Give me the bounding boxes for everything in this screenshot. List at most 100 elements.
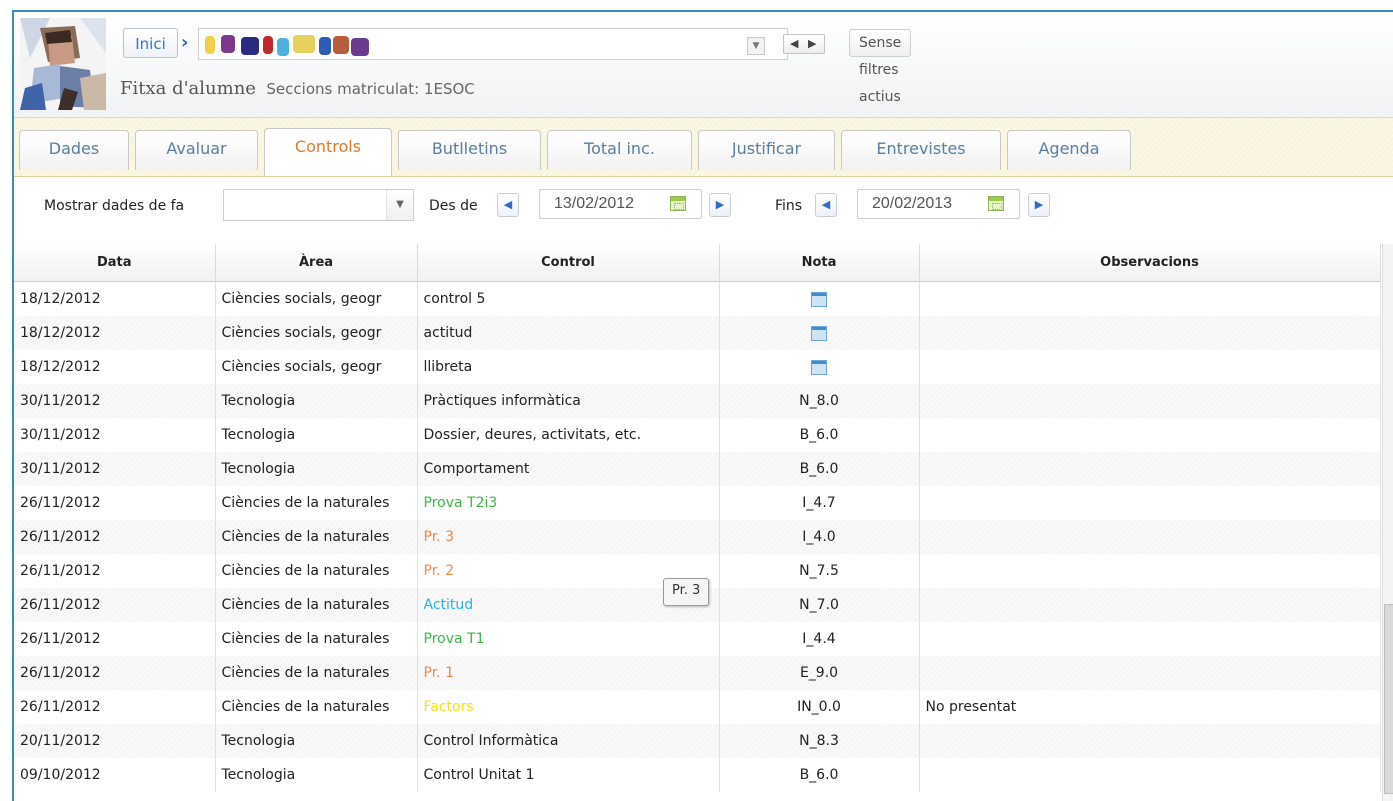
cell-date: 26/11/2012: [14, 656, 216, 690]
next-icon[interactable]: ▶: [808, 37, 816, 50]
table-row[interactable]: 26/11/2012 Ciències de la naturales Pr. 1 E…: [14, 656, 1381, 690]
grade-value: B_6.0: [799, 461, 839, 477]
cell-control: Dossier, deures, activitats, etc.: [417, 418, 720, 452]
cell-control: Prova T2i3: [417, 486, 720, 520]
cell-observacions: [919, 588, 1381, 622]
chevron-down-icon[interactable]: ▼: [747, 37, 765, 55]
cell-observacions: No presentat: [919, 690, 1381, 724]
cell-date: 18/12/2012: [14, 281, 216, 316]
cell-control: Control Informàtica: [417, 724, 720, 758]
cell-area: Ciències de la naturales: [215, 554, 418, 588]
show-data-select[interactable]: ▼: [223, 189, 414, 221]
table-row[interactable]: 30/11/2012 Tecnologia Pràctiques informàti…: [14, 384, 1381, 418]
calendar-icon[interactable]: [811, 325, 827, 341]
cell-nota: N_7.0: [719, 588, 920, 622]
table-row[interactable]: 18/12/2012 Ciències socials, geogr llibret…: [14, 350, 1381, 384]
cell-control: Pràctiques informàtica: [417, 384, 720, 418]
filter-bar: Mostrar dades de fa ▼ Des de ◀ 13/02/201…: [14, 177, 1393, 243]
cell-nota: B_6.0: [719, 758, 920, 792]
from-label: Des de: [429, 198, 478, 214]
from-next-button[interactable]: ▶: [709, 193, 731, 217]
table-row[interactable]: 18/12/2012 Ciències socials, geogr control…: [14, 281, 1381, 316]
cell-observacions: [919, 384, 1381, 418]
tab-entrevistes[interactable]: Entrevistes: [841, 130, 1001, 170]
cell-date: 26/11/2012: [14, 622, 216, 656]
column-header-observacions[interactable]: Observacions: [919, 244, 1381, 282]
cell-nota: N_8.3: [719, 724, 920, 758]
calendar-icon[interactable]: [988, 196, 1004, 211]
cell-nota: [719, 281, 920, 316]
grade-value: B_6.0: [799, 427, 839, 443]
control-name: llibreta: [423, 359, 473, 375]
cell-nota: I_4.0: [719, 520, 920, 554]
cell-nota: N_8.0: [719, 384, 920, 418]
tab-dades[interactable]: Dades: [19, 130, 129, 170]
column-header-control[interactable]: Control: [417, 244, 720, 282]
chevron-down-icon[interactable]: ▼: [386, 190, 413, 220]
grade-value: E_9.0: [799, 665, 839, 681]
table-row[interactable]: 30/11/2012 Tecnologia Comportament B_6.0: [14, 452, 1381, 486]
column-header-area[interactable]: Àrea: [215, 244, 418, 282]
app-window: Inici › ▼ ◀ ▶ Sense filtres actius Fitxa…: [12, 10, 1393, 801]
from-prev-button[interactable]: ◀: [497, 193, 519, 217]
cell-area: Tecnologia: [215, 724, 418, 758]
column-header-date[interactable]: Data: [14, 244, 216, 282]
cell-control: Pr. 1: [417, 656, 720, 690]
prev-next-student[interactable]: ◀ ▶: [783, 34, 825, 54]
cell-observacions: [919, 316, 1381, 350]
table-row[interactable]: 26/11/2012 Ciències de la naturales Pr. 3 I…: [14, 520, 1381, 554]
grade-value: B_6.0: [799, 767, 839, 783]
prev-icon[interactable]: ◀: [790, 37, 798, 50]
control-name: Pr. 1: [423, 665, 454, 681]
tab-avaluar[interactable]: Avaluar: [135, 130, 258, 170]
show-data-label: Mostrar dades de fa: [44, 198, 185, 214]
to-prev-button[interactable]: ◀: [815, 193, 837, 217]
from-date-field[interactable]: 13/02/2012: [539, 189, 702, 219]
tab-total-inc[interactable]: Total inc.: [547, 130, 692, 170]
tab-controls[interactable]: Controls: [264, 128, 392, 176]
cell-area: Ciències de la naturales: [215, 588, 418, 622]
cell-date: 26/11/2012: [14, 486, 216, 520]
table-row[interactable]: 09/10/2012 Tecnologia Control Unitat 1 B_6.…: [14, 758, 1381, 792]
home-button[interactable]: Inici: [123, 28, 178, 58]
grade-value: IN_0.0: [797, 699, 841, 715]
cell-area: Ciències de la naturales: [215, 656, 418, 690]
calendar-icon[interactable]: [670, 196, 686, 211]
student-selector[interactable]: ▼: [198, 28, 788, 60]
controls-grid: Data Àrea Control Nota Observacions 18/1…: [14, 244, 1382, 801]
table-row[interactable]: 26/11/2012 Ciències de la naturales Prova …: [14, 486, 1381, 520]
table-row[interactable]: 26/11/2012 Ciències de la naturales Factor…: [14, 690, 1381, 724]
scrollbar-thumb[interactable]: [1384, 604, 1393, 794]
cell-observacions: [919, 281, 1381, 316]
tab-justificar[interactable]: Justificar: [698, 130, 835, 170]
active-filters-button[interactable]: Sense filtres actius: [849, 29, 912, 105]
tab-bar: Dades Avaluar Controls Butlletins Total …: [14, 118, 1393, 177]
cell-area: Tecnologia: [215, 758, 418, 792]
cell-area: Ciències de la naturales: [215, 520, 418, 554]
cell-nota: I_4.7: [719, 486, 920, 520]
cell-nota: B_6.0: [719, 418, 920, 452]
tab-butlletins[interactable]: Butlletins: [398, 130, 541, 170]
cell-control: Factors: [417, 690, 720, 724]
table-row[interactable]: 30/11/2012 Tecnologia Dossier, deures, act…: [14, 418, 1381, 452]
vertical-scrollbar[interactable]: [1382, 244, 1393, 801]
cell-control: Comportament: [417, 452, 720, 486]
calendar-icon[interactable]: [811, 291, 827, 307]
page-title: Fitxa d'alumne: [120, 78, 256, 99]
to-date-field[interactable]: 20/02/2013: [857, 189, 1020, 219]
table-row[interactable]: 26/11/2012 Ciències de la naturales Prova …: [14, 622, 1381, 656]
table-row[interactable]: 18/12/2012 Ciències socials, geogr actitud: [14, 316, 1381, 350]
cell-nota: N_7.5: [719, 554, 920, 588]
to-next-button[interactable]: ▶: [1028, 193, 1050, 217]
cell-date: 09/10/2012: [14, 758, 216, 792]
cell-observacions: [919, 452, 1381, 486]
tab-agenda[interactable]: Agenda: [1007, 130, 1131, 170]
column-header-nota[interactable]: Nota: [719, 244, 920, 282]
cell-area: Ciències socials, geogr: [215, 350, 418, 384]
cell-nota: E_9.0: [719, 656, 920, 690]
cell-date: 26/11/2012: [14, 690, 216, 724]
controls-table: Data Àrea Control Nota Observacions 18/1…: [14, 244, 1381, 792]
table-row[interactable]: 20/11/2012 Tecnologia Control Informàtica N…: [14, 724, 1381, 758]
control-name: Pràctiques informàtica: [423, 393, 581, 409]
calendar-icon[interactable]: [811, 359, 827, 375]
